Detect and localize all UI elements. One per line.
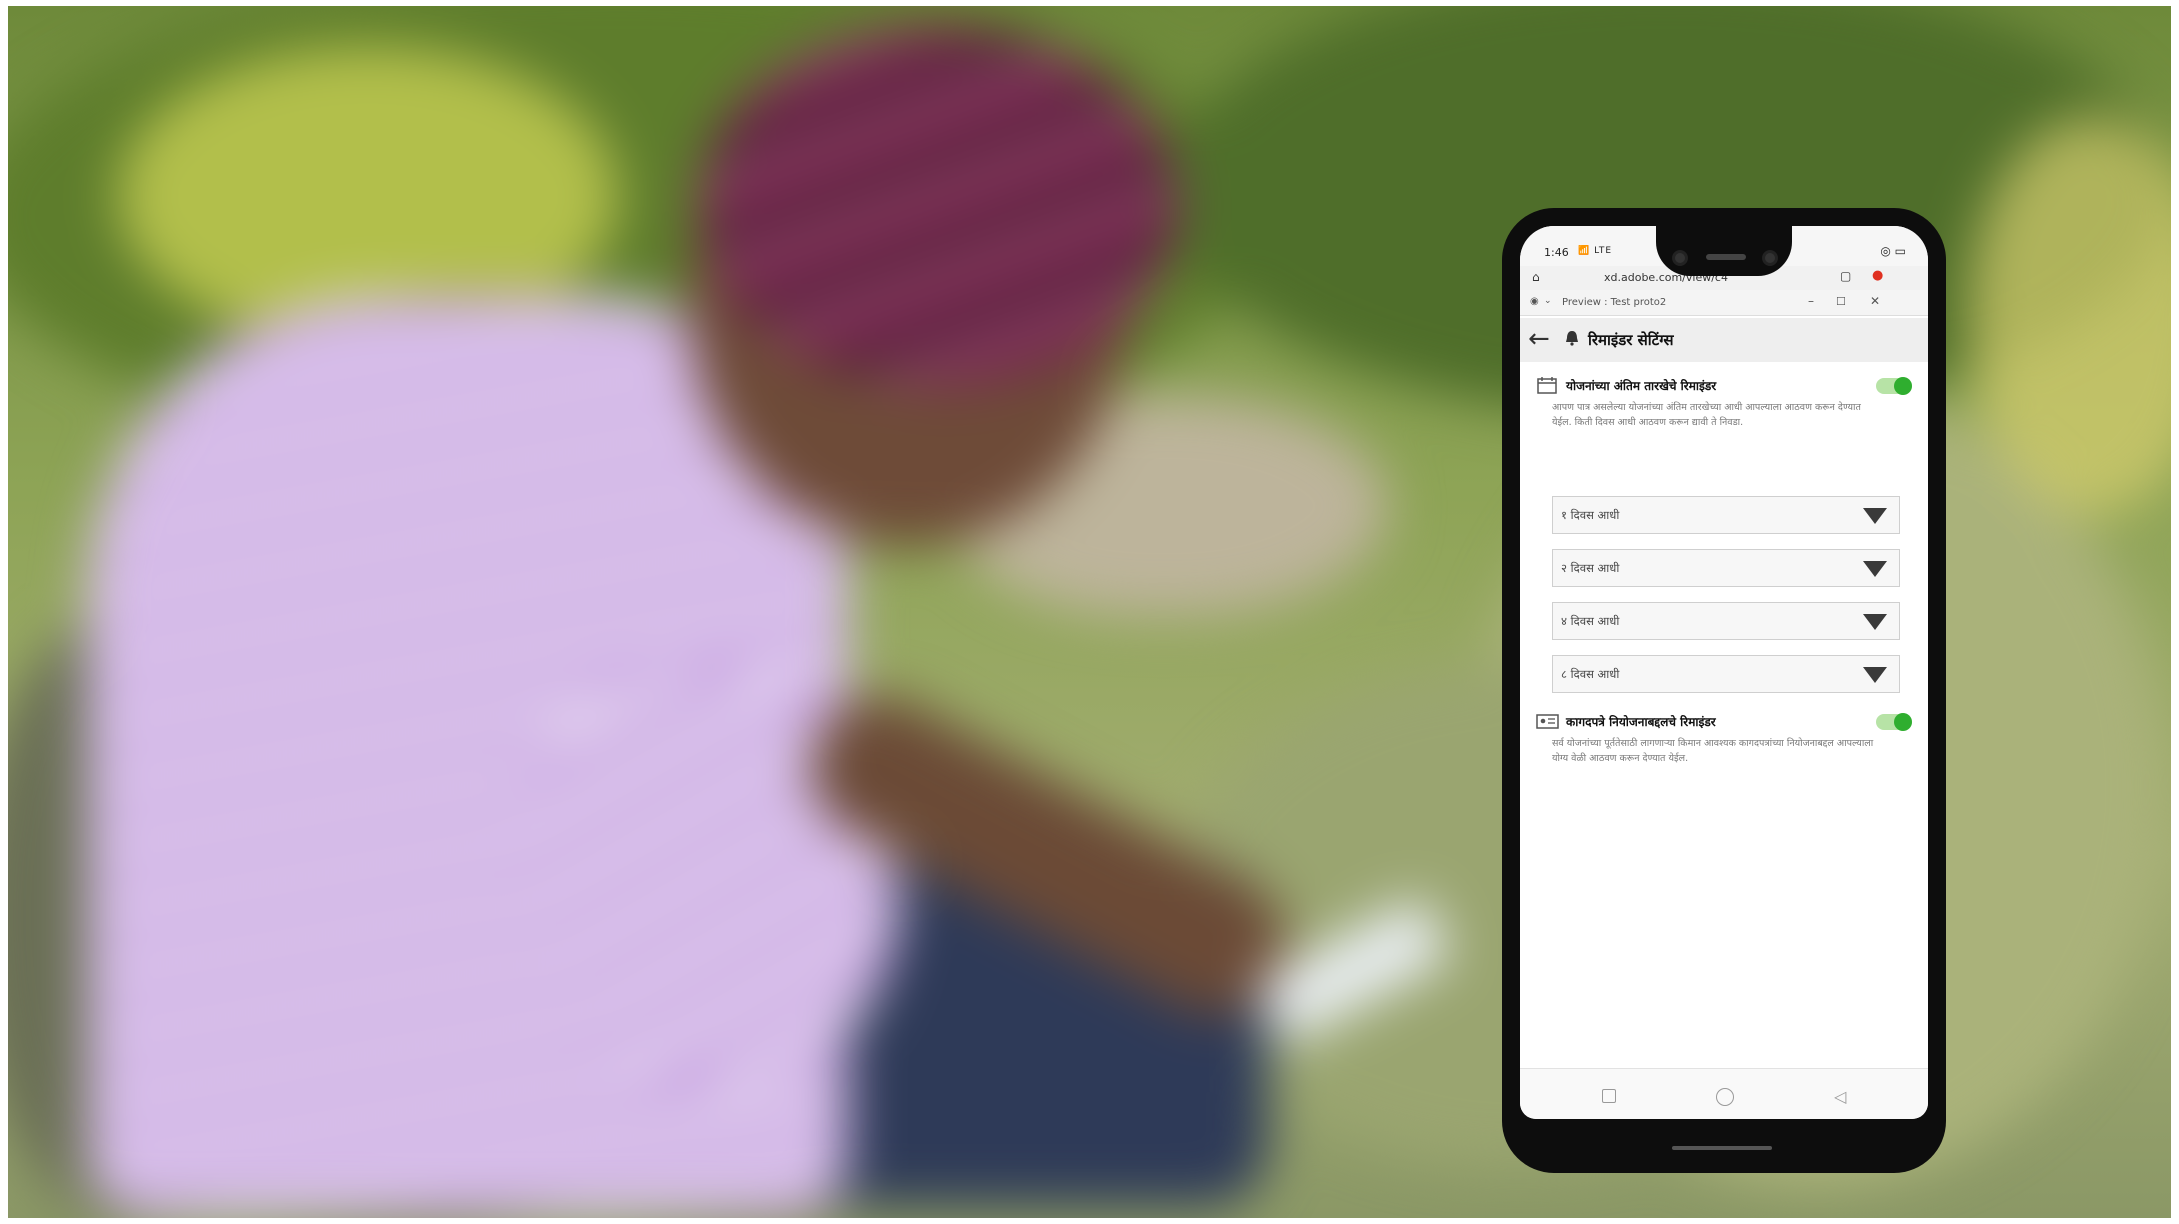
android-nav-bar: ◁ [1520,1068,1928,1119]
documents-reminder-toggle[interactable] [1876,713,1912,731]
phone-screen: 1:46 📶 LTE ◎ ▭ ⌂ xd.adobe.com/view/c4 ▢ … [1520,226,1928,1119]
dropdown-arrow-icon [1863,614,1887,630]
status-time: 1:46 [1544,246,1569,259]
section-description: आपण पात्र असलेल्या योजनांच्या अंतिम तारख… [1552,402,1861,428]
minimize-icon[interactable]: – [1808,294,1814,308]
dropdown-value: ४ दिवस आधी [1561,614,1620,628]
window-title: Preview : Test proto2 [1562,297,1667,308]
bell-icon [1566,331,1578,346]
dropdown-value: १ दिवस आधी [1561,508,1620,522]
front-camera-icon [1762,250,1778,266]
page-title: रिमाइंडर सेटिंग्स [1588,331,1674,349]
days-before-dropdown-4[interactable]: ८ दिवस आधी [1552,655,1900,693]
toggle-knob [1894,713,1912,731]
signal-icon: 📶 LTE [1578,246,1613,256]
app-header: ← रिमाइंडर सेटिंग्स [1520,318,1928,362]
dropdown-arrow-icon [1863,561,1887,577]
chevron-down-icon[interactable]: ⌄ [1544,296,1552,306]
dropdown-value: ८ दिवस आधी [1561,667,1620,681]
dropdown-arrow-icon [1863,667,1887,683]
phone-chin-bar [1672,1146,1772,1150]
battery-icon: ◎ ▭ [1880,244,1906,258]
back-triangle-icon[interactable]: ◁ [1834,1087,1846,1106]
id-card-icon [1536,714,1559,729]
record-icon[interactable]: ◉ [1530,296,1539,307]
back-arrow-icon[interactable]: ← [1528,326,1550,352]
tabs-icon[interactable]: ▢ [1840,269,1851,283]
maximize-icon[interactable]: ☐ [1836,295,1846,308]
days-before-dropdown-3[interactable]: ४ दिवस आधी [1552,602,1900,640]
home-button-icon[interactable] [1716,1088,1734,1106]
toggle-knob [1894,377,1912,395]
dropdown-value: २ दिवस आधी [1561,561,1620,575]
calendar-icon [1537,377,1557,394]
preview-window-titlebar: ◉ ⌄ Preview : Test proto2 – ☐ ✕ [1520,290,1928,316]
dropdown-arrow-icon [1863,508,1887,524]
home-icon[interactable]: ⌂ [1532,270,1540,284]
earpiece-speaker [1706,254,1746,260]
section-title: योजनांच्या अंतिम तारखेचे रिमाइंडर [1566,379,1717,393]
front-camera-icon [1672,250,1688,266]
recents-icon[interactable] [1602,1089,1616,1103]
section-title: कागदपत्रे नियोजनाबद्दलचे रिमाइंडर [1566,715,1716,729]
person-headwrap [698,26,1178,386]
days-before-dropdown-2[interactable]: २ दिवस आधी [1552,549,1900,587]
deadline-reminder-toggle[interactable] [1876,377,1912,395]
close-icon[interactable]: ✕ [1870,294,1880,308]
section-description: सर्व योजनांच्या पूर्ततेसाठी लागणाऱ्या कि… [1552,738,1874,764]
days-before-dropdown-1[interactable]: १ दिवस आधी [1552,496,1900,534]
browser-menu-icon[interactable]: ● [1872,268,1883,283]
phone-notch [1656,214,1792,276]
phone-mockup: 1:46 📶 LTE ◎ ▭ ⌂ xd.adobe.com/view/c4 ▢ … [1502,208,1946,1173]
